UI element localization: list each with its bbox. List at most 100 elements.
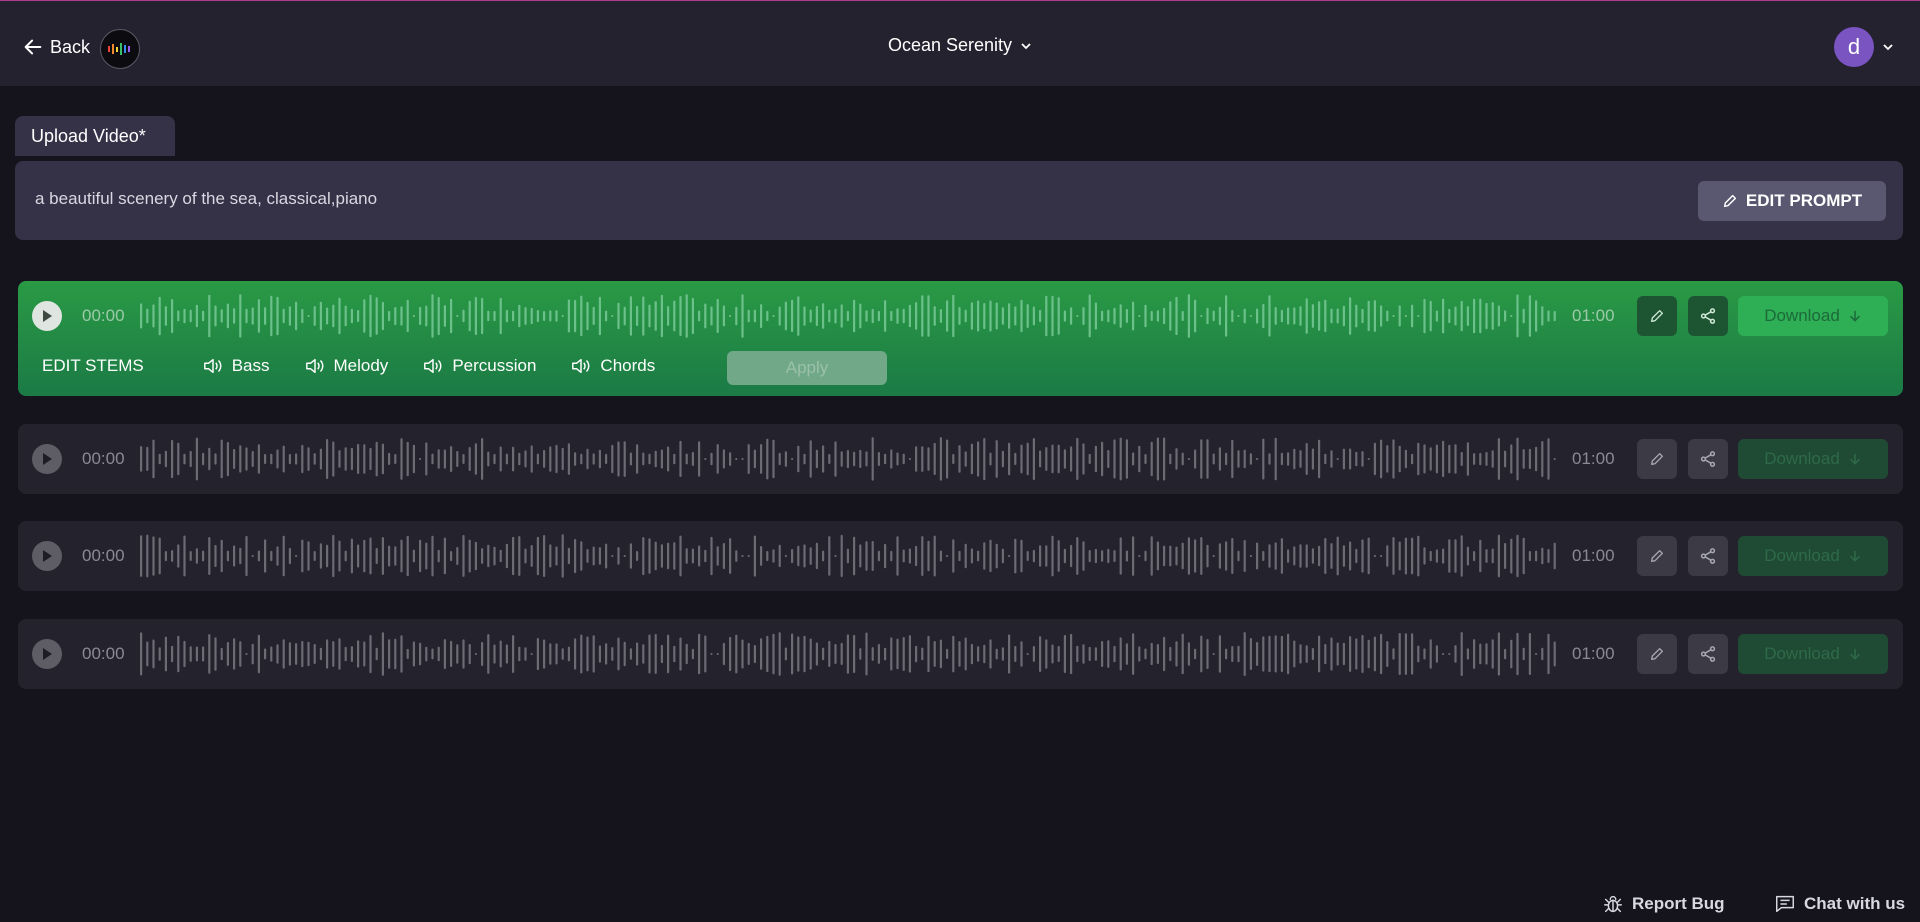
waveform-bar [605,453,608,464]
waveform-bar [1063,310,1066,322]
waveform[interactable] [138,293,1558,339]
waveform-bar [146,446,149,471]
waveform-bar [1101,550,1104,562]
waveform-bar [245,308,248,324]
play-button[interactable] [32,444,62,474]
waveform-bar [1318,545,1321,567]
waveform-bar [766,310,769,322]
waveform-bar [1063,449,1066,469]
download-button[interactable]: Download [1738,536,1888,576]
stem-melody[interactable]: Melody [304,356,388,376]
waveform-bar [1355,548,1358,564]
waveform-bar [338,540,341,572]
waveform-bar [803,635,806,673]
waveform-bar [1262,551,1265,561]
stem-bass[interactable]: Bass [202,356,270,376]
share-track-button[interactable] [1688,536,1728,576]
waveform-bar [487,451,490,467]
waveform-bar [890,637,893,671]
waveform-bar [1553,311,1556,322]
waveform-bar [747,642,750,665]
waveform-bar [939,309,942,323]
waveform-bar [1256,642,1259,666]
edit-track-button[interactable] [1637,439,1677,479]
waveform-bar [970,443,973,475]
user-menu[interactable]: d [1834,27,1894,67]
waveform-bar [214,453,217,465]
waveform-bar [902,308,905,324]
stem-percussion[interactable]: Percussion [422,356,536,376]
waveform-bar [505,543,508,569]
waveform[interactable] [138,631,1558,677]
waveform-bar [1442,653,1445,655]
waveform-bar [1404,537,1407,575]
waveform-bar [791,633,794,675]
waveform-bar [357,640,360,668]
waveform-bar [338,450,341,468]
waveform-bar [1398,633,1401,675]
waveform-bar [660,449,663,469]
waveform-bar [642,296,645,336]
waveform-bar [437,549,440,563]
waveform-bar [1423,298,1426,334]
play-button[interactable] [32,639,62,669]
download-button[interactable]: Download [1738,634,1888,674]
waveform-bar [375,441,378,477]
chat-link[interactable]: Chat with us [1774,893,1905,915]
waveform-bar [977,550,980,562]
share-track-button[interactable] [1688,634,1728,674]
waveform-bar [412,641,415,667]
play-button[interactable] [32,541,62,571]
share-track-button[interactable] [1688,439,1728,479]
app-logo[interactable] [100,29,140,69]
edit-track-button[interactable] [1637,634,1677,674]
waveform-bar [902,453,905,465]
share-track-button[interactable] [1688,296,1728,336]
play-button[interactable] [32,301,62,331]
waveform[interactable] [138,436,1558,482]
waveform[interactable] [138,533,1558,579]
waveform-bar [1541,547,1544,565]
download-button[interactable]: Download [1738,296,1888,336]
download-button[interactable]: Download [1738,439,1888,479]
project-selector[interactable]: Ocean Serenity [888,35,1032,56]
waveform-bar [282,308,285,324]
waveform-bar [636,305,639,326]
back-button[interactable]: Back [22,34,90,60]
waveform-bar [1169,453,1172,465]
waveform-bar [822,647,825,661]
waveform-bar [1423,648,1426,660]
waveform-bar [778,306,781,326]
waveform-bar [536,310,539,323]
waveform-bar [1200,537,1203,575]
waveform-bar [896,452,899,466]
edit-track-button[interactable] [1637,536,1677,576]
waveform-bar [171,439,174,479]
waveform-bar [183,453,186,465]
waveform-bar [605,310,608,322]
waveform-bar [1528,633,1531,675]
edit-track-button[interactable] [1637,296,1677,336]
stem-chords[interactable]: Chords [570,356,655,376]
waveform-bar [1442,440,1445,478]
waveform-bar [270,550,273,562]
waveform-bar [164,450,167,468]
report-bug-link[interactable]: Report Bug [1602,893,1725,915]
waveform-bar [580,634,583,674]
tab-upload-video[interactable]: Upload Video* [15,116,175,156]
waveform-bar [1553,641,1556,667]
waveform-bar [1442,548,1445,564]
waveform-bar [338,297,341,335]
waveform-bar [760,546,763,566]
waveform-bar [1175,448,1178,470]
waveform-bar [809,547,812,565]
waveform-bar [642,452,645,466]
waveform-bar [301,308,304,324]
waveform-bar [332,641,335,667]
waveform-bar [778,544,781,568]
edit-prompt-button[interactable]: EDIT PROMPT [1698,181,1886,221]
apply-button[interactable]: Apply [727,351,887,385]
waveform-bar [1318,301,1321,331]
waveform-bar [853,299,856,333]
waveform-bar [1212,310,1215,322]
